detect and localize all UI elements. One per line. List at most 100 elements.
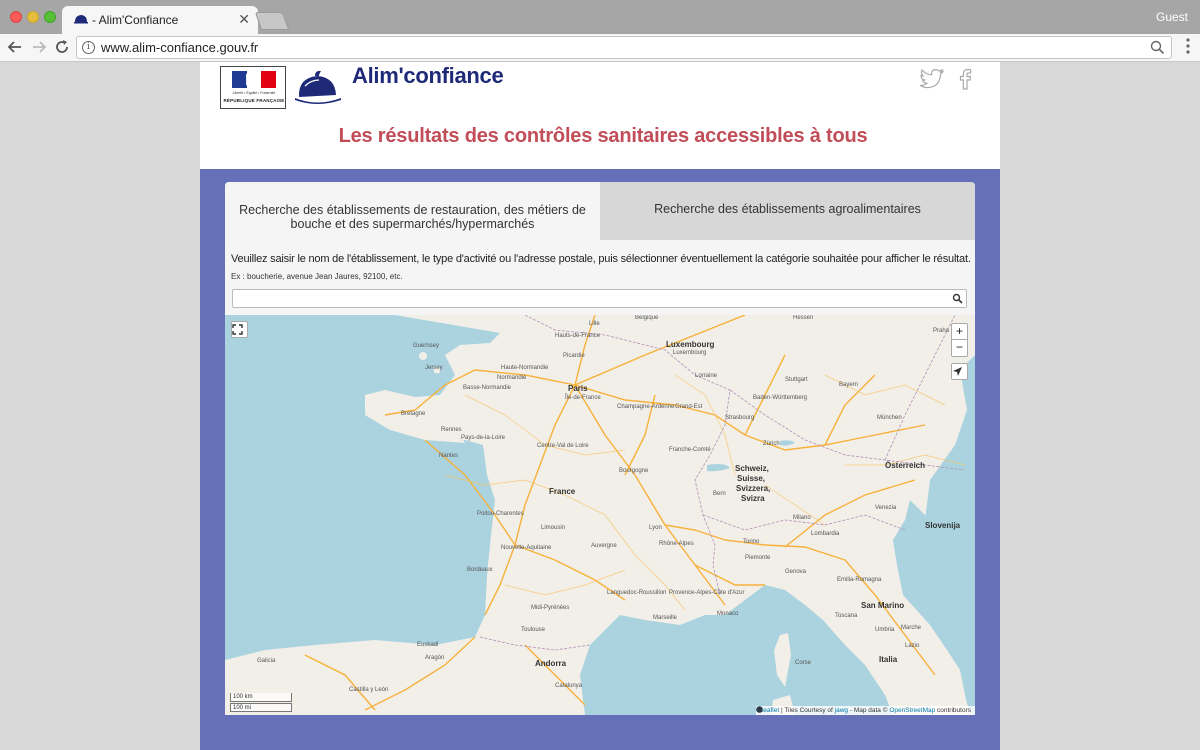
map-label: Umbria bbox=[875, 627, 895, 633]
map-label: Champagne-Ardenne bbox=[617, 404, 675, 410]
map-label: Picardie bbox=[563, 353, 585, 359]
zoom-in-button[interactable]: + bbox=[951, 323, 968, 340]
map-label: Bretagne bbox=[401, 411, 426, 417]
map-label: Venezia bbox=[875, 505, 897, 511]
locate-button[interactable] bbox=[951, 363, 968, 380]
map-label: Zürich bbox=[763, 441, 780, 447]
twitter-icon[interactable] bbox=[920, 69, 944, 89]
map-label: Corse bbox=[795, 660, 812, 666]
facebook-icon[interactable] bbox=[958, 68, 972, 90]
map-label: Bourgogne bbox=[619, 468, 649, 474]
forward-button[interactable] bbox=[29, 37, 49, 57]
map-label: Paris bbox=[568, 384, 588, 393]
map-label: Luxembourg bbox=[673, 350, 707, 356]
maximize-window-button[interactable] bbox=[44, 11, 56, 23]
map-label: Centre-Val de Loire bbox=[537, 443, 589, 449]
address-bar[interactable]: i www.alim-confiance.gouv.fr bbox=[76, 36, 1172, 59]
map-label: Baden-Württemberg bbox=[753, 395, 808, 401]
browser-tab-active[interactable]: - Alim'Confiance ✕ bbox=[62, 6, 258, 34]
map-label: Lille bbox=[589, 321, 600, 327]
attribution-text: - Map data © bbox=[849, 707, 890, 714]
map-label: Hessen bbox=[793, 315, 814, 321]
tab-agroalimentaires[interactable]: Recherche des établissements agroaliment… bbox=[600, 182, 975, 240]
map-label: Languedoc-Roussillon bbox=[607, 590, 667, 596]
search-input[interactable] bbox=[232, 289, 967, 308]
map-view[interactable]: Guernsey Jersey Basse-Normandie Haute-No… bbox=[225, 315, 975, 715]
page-viewport: Liberté • Égalité • Fraternité RÉPUBLIQU… bbox=[0, 62, 1200, 750]
map-label: Rennes bbox=[441, 427, 462, 433]
profile-name[interactable]: Guest bbox=[1156, 10, 1188, 24]
map-label: Lyon bbox=[649, 525, 662, 531]
map-label: Lorraine bbox=[695, 373, 718, 379]
cloche-logo-icon[interactable] bbox=[295, 64, 341, 110]
zoom-out-button[interactable]: − bbox=[951, 340, 968, 357]
map-label: Bordeaux bbox=[467, 567, 493, 573]
map-label: Luxembourg bbox=[666, 340, 715, 349]
map-label: Schweiz, bbox=[735, 464, 769, 473]
openstreetmap-link[interactable]: OpenStreetMap bbox=[889, 707, 935, 714]
fullscreen-button[interactable] bbox=[231, 321, 248, 338]
map-label: Limousin bbox=[541, 525, 566, 531]
map-attribution: Leaflet | Tiles Courtesy of jawg - Map d… bbox=[755, 706, 975, 715]
magnifier-icon[interactable] bbox=[1150, 40, 1165, 55]
page-tagline: Les résultats des contrôles sanitaires a… bbox=[338, 125, 868, 147]
back-button[interactable] bbox=[5, 37, 25, 57]
page-container: Liberté • Égalité • Fraternité RÉPUBLIQU… bbox=[200, 62, 1000, 750]
map-label: Galicia bbox=[257, 658, 276, 664]
jawg-logo-icon bbox=[755, 706, 763, 713]
browser-tab-bar: - Alim'Confiance ✕ Guest bbox=[0, 0, 1200, 34]
map-label: Midi-Pyrénées bbox=[531, 605, 570, 611]
map-label: Toscana bbox=[835, 613, 858, 619]
map-label: France bbox=[549, 487, 576, 496]
republique-francaise-logo[interactable]: Liberté • Égalité • Fraternité RÉPUBLIQU… bbox=[220, 66, 286, 109]
info-icon[interactable]: i bbox=[82, 41, 95, 54]
map-label: Rhône-Alpes bbox=[659, 541, 694, 547]
tab-title: - Alim'Confiance bbox=[92, 13, 179, 27]
rf-name: RÉPUBLIQUE FRANÇAISE bbox=[223, 98, 285, 103]
site-header: Liberté • Égalité • Fraternité RÉPUBLIQU… bbox=[200, 62, 1000, 169]
map-label: Svizra bbox=[741, 494, 765, 503]
arrow-right-icon bbox=[33, 41, 47, 53]
map-label: Svizzera, bbox=[736, 484, 771, 493]
map-label: Emilia-Romagna bbox=[837, 577, 882, 583]
map-label: Genova bbox=[785, 569, 807, 575]
map-label: Marche bbox=[901, 625, 922, 631]
search-card: Recherche des établissements de restaura… bbox=[225, 182, 975, 715]
map-label: Piemonte bbox=[745, 555, 771, 561]
map-label: Toulouse bbox=[521, 627, 546, 633]
scale-bar-km: 100 km bbox=[230, 693, 292, 702]
map-label: Haute-Normandie bbox=[501, 365, 549, 371]
close-tab-icon[interactable]: ✕ bbox=[238, 11, 250, 28]
browser-menu-icon[interactable] bbox=[1186, 38, 1190, 54]
search-example: Ex : boucherie, avenue Jean Jaures, 9210… bbox=[231, 272, 403, 281]
map-label: Provence-Alpes-Côte d'Azur bbox=[669, 590, 745, 596]
map-label: Stuttgart bbox=[785, 377, 808, 383]
minimize-window-button[interactable] bbox=[27, 11, 39, 23]
map-label: Nouvelle-Aquitaine bbox=[501, 545, 552, 551]
attribution-text: | Tiles Courtesy of bbox=[779, 707, 835, 714]
new-tab-button[interactable] bbox=[254, 12, 290, 30]
reload-icon bbox=[56, 40, 68, 53]
map-label: San Marino bbox=[861, 601, 905, 610]
close-window-button[interactable] bbox=[10, 11, 22, 23]
attribution-text: contributors bbox=[935, 707, 971, 714]
brand-name[interactable]: Alim'confiance bbox=[352, 63, 504, 89]
map-label: Bern bbox=[713, 491, 726, 497]
fullscreen-icon bbox=[232, 324, 243, 335]
map-label: Basse-Normandie bbox=[463, 385, 512, 391]
rf-motto: Liberté • Égalité • Fraternité bbox=[232, 91, 276, 95]
reload-button[interactable] bbox=[52, 37, 72, 57]
location-arrow-icon bbox=[953, 367, 962, 376]
map-label: Lombardia bbox=[811, 531, 840, 537]
map-label: Andorra bbox=[535, 659, 567, 668]
tab-restauration[interactable]: Recherche des établissements de restaura… bbox=[225, 182, 600, 240]
map-label: Euskadi bbox=[417, 642, 439, 648]
map-label: Jersey bbox=[425, 365, 443, 371]
map-label: Auvergne bbox=[591, 543, 617, 549]
arrow-left-icon bbox=[7, 41, 21, 53]
search-icon[interactable] bbox=[952, 293, 963, 304]
jawg-link[interactable]: jawg bbox=[835, 707, 848, 714]
url-text[interactable]: www.alim-confiance.gouv.fr bbox=[101, 40, 258, 55]
search-instruction: Veuillez saisir le nom de l'établissemen… bbox=[231, 253, 971, 265]
map-label: Pays-de-la-Loire bbox=[461, 435, 506, 441]
